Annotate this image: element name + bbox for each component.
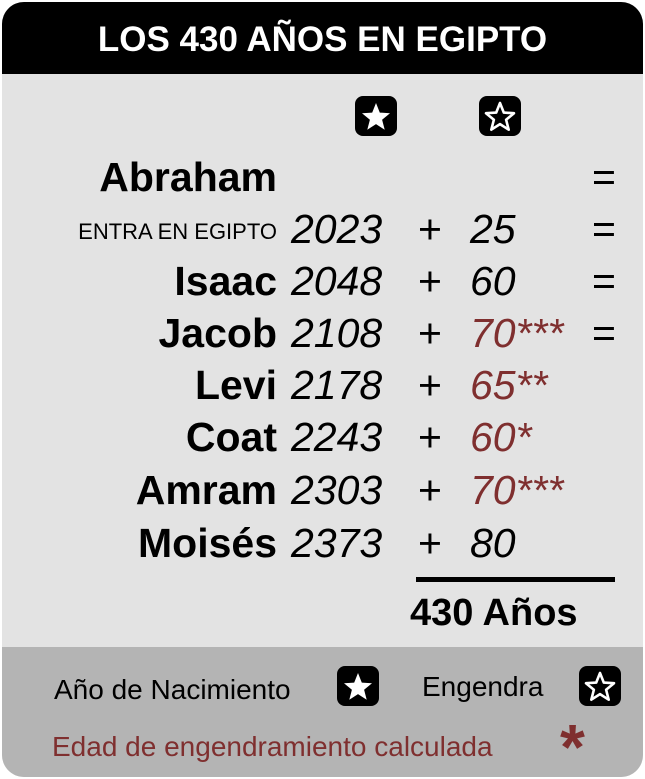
filled-star-icon	[355, 96, 397, 136]
row-plus: +	[418, 310, 442, 356]
row-year: 2373	[291, 520, 383, 566]
row-name: Amram	[135, 467, 277, 513]
legend-calculated: Edad de engendramiento calculada	[52, 731, 493, 762]
row-levi: Levi 2178 + 65**	[2, 362, 643, 414]
row-plus: +	[418, 520, 442, 566]
row-name: Abraham	[99, 154, 277, 200]
row-moises: Moisés 2373 + 80	[2, 520, 643, 572]
row-isaac: Isaac 2048 + 60 =	[2, 258, 643, 310]
row-age: 70***	[470, 467, 564, 513]
row-name: Coat	[185, 414, 277, 460]
row-abraham: Abraham =	[2, 154, 643, 206]
row-equals: =	[592, 258, 616, 304]
row-age: 65**	[470, 362, 548, 408]
asterisk-icon: *	[560, 711, 585, 777]
row-age: 60	[470, 258, 516, 304]
row-equals: =	[592, 154, 616, 200]
total: 430 Años	[410, 592, 578, 634]
legend-birth-year: Año de Nacimiento	[54, 674, 291, 705]
row-name: ENTRA EN EGIPTO	[78, 219, 277, 244]
row-jacob: Jacob 2108 + 70*** =	[2, 310, 643, 362]
row-year: 2243	[291, 414, 383, 460]
row-entra-en-egipto: ENTRA EN EGIPTO 2023 + 25 =	[2, 206, 643, 258]
row-equals: =	[592, 310, 616, 356]
row-plus: +	[418, 467, 442, 513]
row-equals: =	[592, 206, 616, 252]
row-age: 25	[470, 206, 516, 252]
row-amram: Amram 2303 + 70***	[2, 467, 643, 519]
row-age: 70***	[470, 310, 564, 356]
diagram-card: LOS 430 AÑOS EN EGIPTO Abraham = ENTRA E…	[2, 2, 643, 777]
row-age: 80	[470, 520, 516, 566]
title: LOS 430 AÑOS EN EGIPTO	[2, 2, 643, 74]
filled-star-icon	[337, 666, 379, 706]
row-year: 2178	[291, 362, 383, 408]
row-plus: +	[418, 206, 442, 252]
row-name: Jacob	[158, 310, 278, 356]
row-name: Isaac	[174, 258, 277, 304]
legend-begets: Engendra	[422, 671, 544, 702]
row-year: 2108	[291, 310, 383, 356]
row-year: 2023	[291, 206, 383, 252]
row-plus: +	[418, 258, 442, 304]
row-age: 60*	[470, 414, 532, 460]
sum-divider	[416, 577, 615, 582]
legend: Año de Nacimiento Engendra Edad de engen…	[2, 647, 643, 777]
row-name: Levi	[194, 362, 277, 408]
row-plus: +	[418, 414, 442, 460]
row-year: 2303	[291, 467, 383, 513]
outlined-star-icon	[579, 666, 621, 706]
row-name: Moisés	[138, 520, 277, 566]
row-plus: +	[418, 362, 442, 408]
row-year: 2048	[291, 258, 383, 304]
outlined-star-icon	[479, 96, 521, 136]
row-coat: Coat 2243 + 60*	[2, 414, 643, 466]
